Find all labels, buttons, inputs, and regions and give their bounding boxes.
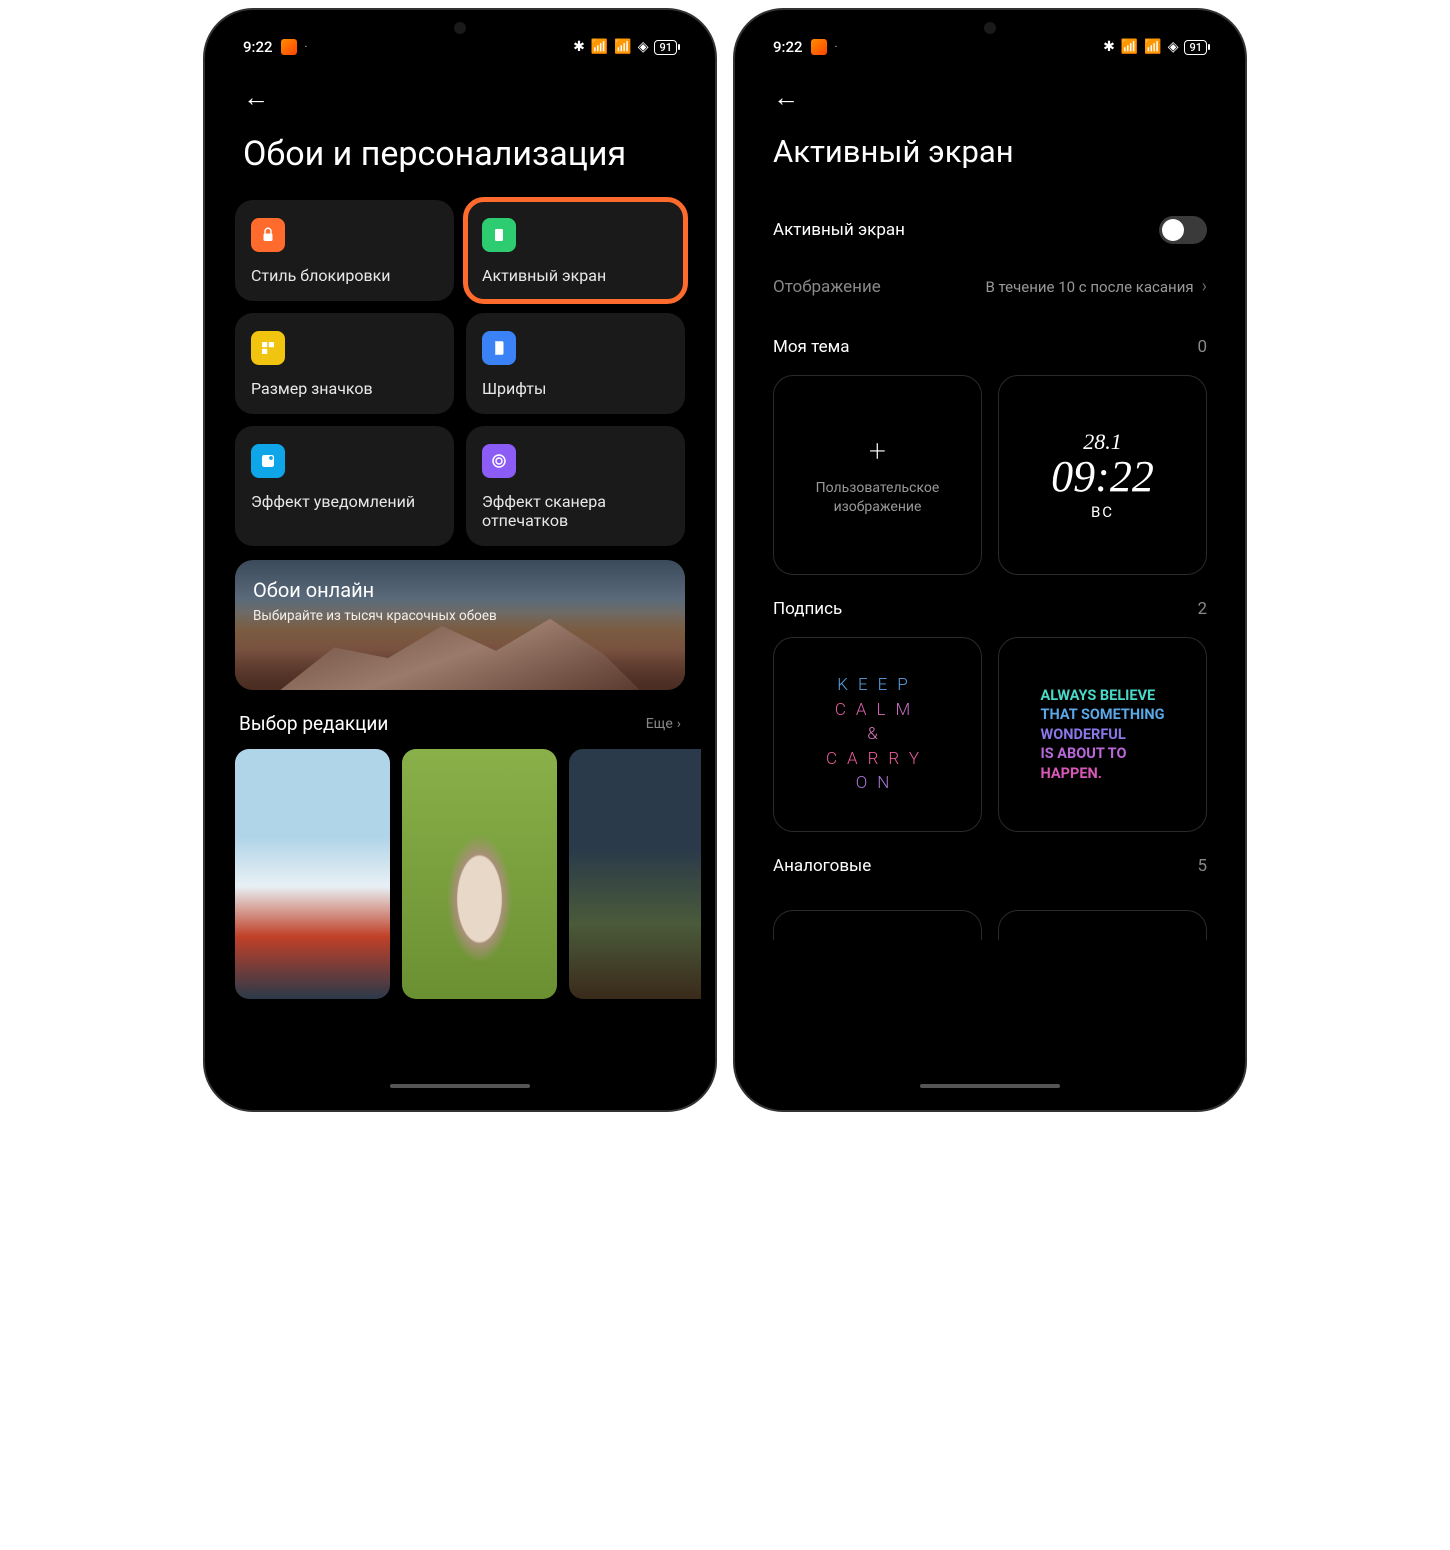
bluetooth-icon: ✱ [1103,39,1115,55]
status-app-icon [281,39,297,55]
tile-active-screen[interactable]: Активный экран [466,200,685,301]
tile-label: Размер значков [251,379,438,398]
tile-fingerprint-effect[interactable]: Эффект сканера отпечатков [466,426,685,546]
editors-pick-thumbs[interactable] [219,749,701,999]
wifi-icon: ◈ [638,39,649,55]
analog-count: 5 [1197,856,1207,876]
screen-right: 9:22 · ✱ 📶 📶 ◈ 91 ← Активный экран Актив… [749,24,1231,1096]
more-link[interactable]: Еще › [646,716,681,732]
battery-icon: 91 [654,40,677,55]
signature-keep-calm[interactable]: KEEP CALM & CARRY ON [773,637,982,832]
plus-icon: + [869,434,886,469]
phone-left: 9:22 · ✱ 📶 📶 ◈ 91 ← Обои и персонализаци… [205,10,715,1110]
status-app-icon [811,39,827,55]
editors-pick-title: Выбор редакции [239,712,388,735]
back-button[interactable]: ← [773,83,799,113]
keep-calm-text: KEEP CALM & CARRY ON [826,673,929,796]
display-value: В течение 10 с после касания [985,278,1193,296]
wifi-icon: ◈ [1168,39,1179,55]
always-believe-text: ALWAYS BELIEVE THAT SOMETHING WONDERFUL … [1041,686,1165,784]
tile-fonts[interactable]: Шрифты [466,313,685,414]
chevron-right-icon: › [677,716,681,732]
status-time: 9:22 [243,38,273,56]
banner-subtitle: Выбирайте из тысяч красочных обоев [253,608,667,624]
banner-title: Обои онлайн [253,578,667,602]
active-screen-toggle-row: Активный экран [749,200,1231,260]
tile-notification-effect[interactable]: Эффект уведомлений [235,426,454,546]
tile-label: Эффект уведомлений [251,492,438,511]
clock-time: 09:22 [1051,455,1154,499]
status-more-icon: · [835,42,838,53]
add-custom-image-card[interactable]: + Пользовательское изображение [773,375,982,575]
battery-icon: 91 [1184,40,1207,55]
signal-icon: 📶 [591,39,608,55]
signature-count: 2 [1197,599,1207,619]
signature-always-believe[interactable]: ALWAYS BELIEVE THAT SOMETHING WONDERFUL … [998,637,1207,832]
notification-effect-icon [251,444,285,478]
tile-icon-size[interactable]: Размер значков [235,313,454,414]
display-label: Отображение [773,277,881,297]
clock-day: ВС [1091,503,1114,521]
back-button[interactable]: ← [243,83,269,113]
tile-label: Стиль блокировки [251,266,438,285]
camera-notch [454,22,466,34]
tile-label: Эффект сканера отпечатков [482,492,669,530]
wallpaper-online-banner[interactable]: Обои онлайн Выбирайте из тысяч красочных… [235,560,685,690]
chevron-right-icon: › [1202,276,1207,297]
fonts-icon [482,331,516,365]
wallpaper-thumb-3[interactable] [569,749,701,999]
signal-icon: 📶 [1121,39,1138,55]
signal-icon-2: 📶 [1144,39,1161,55]
tile-lock-style[interactable]: Стиль блокировки [235,200,454,301]
toggle-knob [1162,219,1184,241]
screen-left: 9:22 · ✱ 📶 📶 ◈ 91 ← Обои и персонализаци… [219,24,701,1096]
my-theme-count: 0 [1197,337,1207,357]
status-time: 9:22 [773,38,803,56]
phone-right: 9:22 · ✱ 📶 📶 ◈ 91 ← Активный экран Актив… [735,10,1245,1110]
custom-image-label: Пользовательское изображение [784,479,971,515]
settings-grid: Стиль блокировки Активный экран Размер з… [219,200,701,547]
page-title: Обои и персонализация [219,123,701,200]
toggle-label: Активный экран [773,220,905,240]
wallpaper-thumb-1[interactable] [235,749,390,999]
status-more-icon: · [305,42,308,53]
lock-style-icon [251,218,285,252]
analog-card-2[interactable] [998,910,1207,940]
active-screen-icon [482,218,516,252]
wallpaper-thumb-2[interactable] [402,749,557,999]
tile-label: Шрифты [482,379,669,398]
more-label: Еще [646,716,673,732]
my-theme-header: Моя тема 0 [749,313,1231,375]
bluetooth-icon: ✱ [573,39,585,55]
analog-grid-peek[interactable] [773,910,1207,940]
home-indicator[interactable] [390,1084,530,1088]
clock-theme-card[interactable]: 28.1 09:22 ВС [998,375,1207,575]
camera-notch [984,22,996,34]
my-theme-grid: + Пользовательское изображение 28.1 09:2… [749,375,1231,575]
tile-label: Активный экран [482,266,669,285]
fingerprint-icon [482,444,516,478]
analog-label: Аналоговые [773,856,871,876]
active-screen-toggle[interactable] [1159,216,1207,244]
icon-size-icon [251,331,285,365]
analog-card-1[interactable] [773,910,982,940]
analog-header: Аналоговые 5 [749,832,1231,894]
my-theme-label: Моя тема [773,337,849,357]
editors-pick-header: Выбор редакции Еще › [219,690,701,749]
display-setting-row[interactable]: Отображение В течение 10 с после касания… [749,260,1231,313]
signal-icon-2: 📶 [614,39,631,55]
signature-grid: KEEP CALM & CARRY ON ALWAYS BELIEVE THAT… [749,637,1231,832]
home-indicator[interactable] [920,1084,1060,1088]
signature-header: Подпись 2 [749,575,1231,637]
page-title: Активный экран [749,123,1231,200]
signature-label: Подпись [773,599,842,619]
